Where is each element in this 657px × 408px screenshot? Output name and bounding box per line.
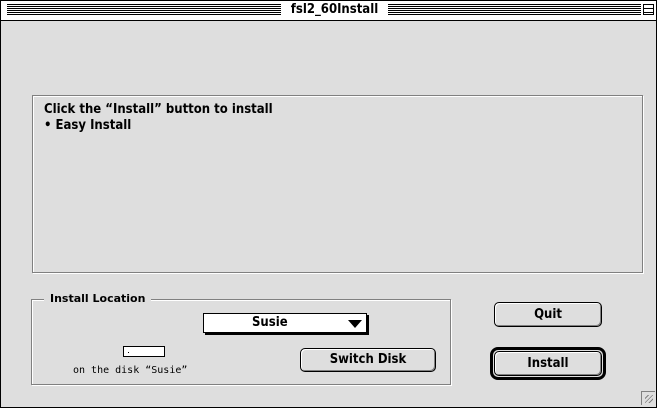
quit-button[interactable]: Quit bbox=[494, 302, 602, 327]
instruction-text: Click the “Install” button to install bbox=[44, 102, 273, 117]
disk-popup-label: Susie bbox=[252, 315, 288, 330]
install-type-item: • Easy Install bbox=[44, 118, 132, 133]
title-bar[interactable]: fsl2_60Install bbox=[1, 1, 656, 21]
message-panel: Click the “Install” button to install • … bbox=[32, 95, 643, 273]
grow-box-icon[interactable] bbox=[641, 391, 655, 405]
title-bar-stripes-left bbox=[7, 4, 281, 15]
disk-popup-menu[interactable]: Susie bbox=[203, 313, 367, 333]
disk-icon bbox=[123, 346, 165, 357]
zoom-box-icon[interactable] bbox=[643, 4, 654, 15]
disk-caption: on the disk “Susie” bbox=[73, 365, 188, 376]
title-bar-stripes-right bbox=[388, 4, 641, 15]
down-triangle-icon bbox=[348, 320, 362, 328]
window-title: fsl2_60Install bbox=[281, 2, 388, 18]
switch-disk-button[interactable]: Switch Disk bbox=[300, 348, 436, 372]
install-location-legend: Install Location bbox=[44, 292, 152, 305]
install-button[interactable]: Install bbox=[494, 351, 602, 376]
